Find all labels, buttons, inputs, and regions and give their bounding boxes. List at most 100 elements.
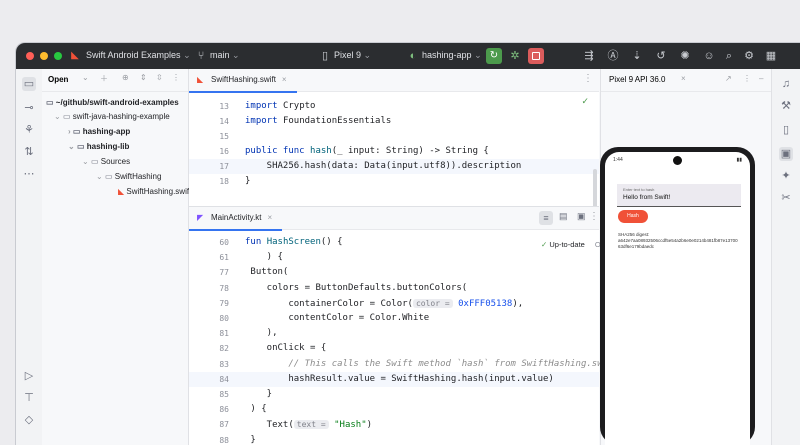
- gradle-icon[interactable]: ⚒: [779, 99, 793, 113]
- target-icon[interactable]: ⊕: [122, 73, 129, 82]
- tree-item-sources[interactable]: ⌄ ▭ Sources: [82, 156, 130, 168]
- project-panel-title[interactable]: Open: [48, 75, 68, 84]
- code-token: ),: [512, 298, 524, 309]
- device-selector[interactable]: Pixel 9 ⌄: [334, 50, 371, 61]
- structure-icon[interactable]: ⚘: [22, 123, 36, 137]
- tree-item-swifthashing-folder[interactable]: ⌄ ▭ SwiftHashing: [96, 171, 161, 183]
- tree-item-example[interactable]: ⌄ ▭ swift-java-hashing-example: [54, 111, 170, 123]
- gemini-sparkle-icon[interactable]: ✦: [779, 169, 793, 183]
- device-manager-icon[interactable]: ▯: [779, 123, 793, 137]
- more-tabs-icon[interactable]: ⋮: [583, 73, 593, 84]
- tree-item-hashing-app[interactable]: › ▭ hashing-app: [68, 126, 130, 138]
- code-line[interactable]: 87 Text(text = "Hash"): [189, 417, 599, 432]
- checkmark-icon: ✓: [541, 240, 548, 249]
- close-tab-icon[interactable]: ×: [681, 74, 686, 83]
- code-line[interactable]: 83 // This calls the Swift method `hash`…: [189, 357, 619, 372]
- collapse-all-icon[interactable]: ⇳: [156, 73, 163, 82]
- sync-icon[interactable]: ↺: [654, 49, 668, 63]
- scrollbar[interactable]: [593, 169, 597, 209]
- run-config-selector[interactable]: hashing-app ⌄: [422, 50, 482, 61]
- tools-icon[interactable]: ✂: [779, 191, 793, 205]
- code-line[interactable]: 14 import FoundationEssentials: [189, 114, 599, 129]
- maximize-window-button[interactable]: [54, 52, 62, 60]
- hash-button[interactable]: Hash: [618, 210, 648, 223]
- branch-switcher[interactable]: main ⌄: [210, 50, 240, 61]
- tree-item-label: Sources: [100, 157, 131, 166]
- tab-mainactivity[interactable]: ◤ MainActivity.kt ×: [189, 207, 283, 231]
- code-line[interactable]: 79 containerColor = Color(color = 0xFFF0…: [189, 296, 599, 311]
- module-icon: ▭: [76, 142, 85, 151]
- debug-icon[interactable]: ✲: [508, 49, 522, 63]
- result-label: SHA256 digest:: [618, 232, 650, 237]
- expand-all-icon[interactable]: ⇕: [140, 73, 147, 82]
- more-options-icon[interactable]: ⋮: [172, 73, 180, 82]
- project-switcher[interactable]: Swift Android Examples ⌄: [86, 50, 191, 61]
- code-line[interactable]: 81 ),: [189, 326, 599, 341]
- code-line[interactable]: 61 ) {: [189, 250, 599, 265]
- tree-item-swifthashing-file[interactable]: ◣ SwiftHashing.swift: [118, 186, 191, 198]
- running-devices-icon[interactable]: ▣: [779, 147, 793, 161]
- code-line[interactable]: 77 Button(: [189, 265, 599, 280]
- more-options-icon[interactable]: ⋮: [589, 211, 599, 222]
- tab-swifthashing[interactable]: ◣ SwiftHashing.swift ×: [189, 69, 297, 93]
- collapse-icon[interactable]: ⌄: [82, 73, 89, 82]
- commit-icon[interactable]: ⊸: [22, 101, 36, 115]
- line-number: 18: [219, 177, 229, 186]
- tree-item-hashing-lib[interactable]: ⌄ ▭ hashing-lib: [68, 141, 129, 153]
- minimize-panel-icon[interactable]: –: [759, 74, 763, 83]
- tree-item-label: ~/github/swift-android-examples: [55, 98, 179, 107]
- code-line[interactable]: 18}: [189, 174, 599, 189]
- stop-button[interactable]: [528, 48, 544, 64]
- code-line[interactable]: 13 import Crypto: [189, 99, 599, 114]
- tree-item-root[interactable]: ▭ ~/github/swift-android-examples: [46, 97, 179, 109]
- profiler-icon[interactable]: ⇣: [630, 49, 644, 63]
- split-view-icon[interactable]: ▤: [559, 211, 568, 222]
- code-line[interactable]: 15: [189, 129, 599, 144]
- notifications-bell-icon[interactable]: ♫: [779, 77, 793, 91]
- code-view-icon[interactable]: ≡: [539, 211, 553, 225]
- code-token: hash: [310, 146, 332, 156]
- rerun-button[interactable]: ↻: [486, 48, 502, 64]
- code-line[interactable]: 16 public func hash(_ input: String) -> S…: [189, 144, 599, 159]
- more-tools-icon[interactable]: ⋯: [22, 167, 36, 181]
- code-line[interactable]: 82 onClick = {: [189, 341, 599, 356]
- status-time: 1:44: [613, 157, 623, 163]
- code-line[interactable]: 86 ) {: [189, 402, 599, 417]
- pull-requests-icon[interactable]: ⇅: [22, 145, 36, 159]
- settings-gear-icon[interactable]: ⚙: [742, 49, 756, 63]
- code-line[interactable]: 88 }: [189, 433, 599, 445]
- run-icon[interactable]: ▷: [22, 369, 36, 383]
- apply-changes-icon[interactable]: ⇶: [582, 49, 596, 63]
- translate-icon[interactable]: Ⓐ: [606, 49, 620, 63]
- bug-report-icon[interactable]: ✺: [678, 49, 692, 63]
- phone-screen[interactable]: 1:44 ▮▮ Enter text to hash Hello from Sw…: [605, 152, 750, 445]
- line-number: 85: [219, 390, 229, 399]
- close-tab-icon[interactable]: ×: [282, 75, 287, 84]
- editor-kotlin[interactable]: ◤ MainActivity.kt × ≡ ▤ ▣ ⋮ 60 fun HashScre…: [189, 206, 619, 445]
- code-text: }: [245, 433, 255, 445]
- code-line[interactable]: 78 colors = ButtonDefaults.buttonColors(: [189, 281, 599, 296]
- gem-icon[interactable]: ◇: [22, 413, 36, 427]
- design-view-icon[interactable]: ▣: [577, 211, 586, 222]
- code-line[interactable]: 85 }: [189, 387, 599, 402]
- text-input-field[interactable]: Enter text to hash Hello from Swift!: [617, 184, 741, 207]
- add-icon[interactable]: ＋: [100, 73, 108, 84]
- editor-swift[interactable]: ◣ SwiftHashing.swift × ⋮ 13 import Crypto 14…: [189, 69, 599, 217]
- minimize-window-button[interactable]: [40, 52, 48, 60]
- user-icon[interactable]: ☺: [702, 49, 716, 63]
- layout-icon[interactable]: ▦: [764, 49, 778, 63]
- code-line[interactable]: 17 SHA256.hash(data: Data(input.utf8)).d…: [189, 159, 599, 174]
- code-line[interactable]: 84 hashResult.value = SwiftHashing.hash(…: [189, 371, 599, 387]
- close-window-button[interactable]: [26, 52, 34, 60]
- code-line[interactable]: 80 contentColor = Color.White: [189, 311, 599, 326]
- device-tab[interactable]: Pixel 9 API 36.0: [609, 75, 665, 84]
- code-token: }: [245, 389, 273, 399]
- code-token: HashScreen: [266, 237, 321, 247]
- search-icon[interactable]: ⌕: [722, 49, 736, 63]
- code-line[interactable]: 60 fun HashScreen() {: [189, 235, 599, 250]
- project-folder-icon[interactable]: ▭: [22, 77, 36, 91]
- close-tab-icon[interactable]: ×: [268, 213, 273, 222]
- more-options-icon[interactable]: ⋮: [743, 74, 751, 83]
- open-external-icon[interactable]: ↗: [725, 74, 732, 83]
- terminal-icon[interactable]: ⊤: [22, 391, 36, 405]
